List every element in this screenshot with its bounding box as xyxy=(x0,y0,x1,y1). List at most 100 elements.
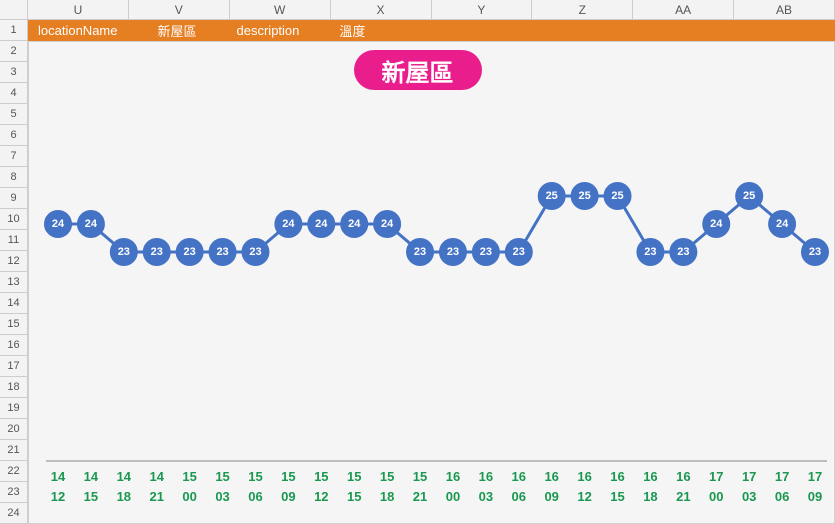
row-header-22[interactable]: 22 xyxy=(0,461,28,482)
svg-text:14: 14 xyxy=(51,469,66,484)
row-header-20[interactable]: 20 xyxy=(0,419,28,440)
col-header-AA[interactable]: AA xyxy=(633,0,734,20)
svg-text:16: 16 xyxy=(676,469,690,484)
row-header-8[interactable]: 8 xyxy=(0,167,28,188)
header-val-2: 溫度 xyxy=(339,21,365,40)
svg-text:03: 03 xyxy=(215,489,229,504)
svg-text:15: 15 xyxy=(215,469,229,484)
svg-text:03: 03 xyxy=(479,489,493,504)
svg-text:15: 15 xyxy=(84,489,98,504)
row-header-11[interactable]: 11 xyxy=(0,230,28,251)
svg-text:17: 17 xyxy=(742,469,756,484)
line-chart[interactable]: 24 24 23 23 23 23 23 24 24 24 24 23 23 23 23 25 25 25 23 23… xyxy=(28,41,835,524)
svg-text:24: 24 xyxy=(348,218,361,230)
svg-text:15: 15 xyxy=(610,489,624,504)
svg-text:23: 23 xyxy=(447,246,459,258)
svg-text:23: 23 xyxy=(151,246,163,258)
svg-text:23: 23 xyxy=(184,246,196,258)
svg-text:21: 21 xyxy=(150,489,164,504)
col-header-Y[interactable]: Y xyxy=(432,0,533,20)
row-header-16[interactable]: 16 xyxy=(0,335,28,356)
svg-text:16: 16 xyxy=(643,469,657,484)
svg-text:24: 24 xyxy=(315,218,328,230)
row-header-21[interactable]: 21 xyxy=(0,440,28,461)
row-header-7[interactable]: 7 xyxy=(0,146,28,167)
svg-text:12: 12 xyxy=(577,489,591,504)
svg-text:21: 21 xyxy=(413,489,427,504)
svg-text:24: 24 xyxy=(85,218,98,230)
col-header-W[interactable]: W xyxy=(230,0,331,20)
svg-text:06: 06 xyxy=(248,489,262,504)
svg-text:03: 03 xyxy=(742,489,756,504)
row-header-6[interactable]: 6 xyxy=(0,125,28,146)
svg-text:23: 23 xyxy=(414,246,426,258)
svg-text:25: 25 xyxy=(546,190,558,202)
col-header-X[interactable]: X xyxy=(331,0,432,20)
row-header-24[interactable]: 24 xyxy=(0,503,28,524)
svg-text:16: 16 xyxy=(577,469,591,484)
svg-text:09: 09 xyxy=(281,489,295,504)
row-header-3[interactable]: 3 xyxy=(0,62,28,83)
svg-text:24: 24 xyxy=(282,218,295,230)
svg-text:24: 24 xyxy=(776,218,789,230)
svg-text:24: 24 xyxy=(381,218,394,230)
svg-text:15: 15 xyxy=(347,469,361,484)
svg-text:14: 14 xyxy=(117,469,132,484)
row-header-5[interactable]: 5 xyxy=(0,104,28,125)
svg-text:14: 14 xyxy=(84,469,99,484)
svg-text:25: 25 xyxy=(611,190,623,202)
row-headers: 123456789101112131415161718192021222324 xyxy=(0,20,28,524)
svg-text:23: 23 xyxy=(118,246,130,258)
svg-text:15: 15 xyxy=(314,469,328,484)
svg-text:23: 23 xyxy=(677,246,689,258)
row-header-12[interactable]: 12 xyxy=(0,251,28,272)
row-header-13[interactable]: 13 xyxy=(0,272,28,293)
svg-text:06: 06 xyxy=(512,489,526,504)
svg-text:09: 09 xyxy=(544,489,558,504)
row-header-14[interactable]: 14 xyxy=(0,293,28,314)
col-header-Z[interactable]: Z xyxy=(532,0,633,20)
svg-text:16: 16 xyxy=(446,469,460,484)
header-row: locationName 新屋區 description 溫度 xyxy=(28,20,835,41)
svg-text:21: 21 xyxy=(676,489,690,504)
row-header-23[interactable]: 23 xyxy=(0,482,28,503)
svg-text:23: 23 xyxy=(480,246,492,258)
spreadsheet-area: UVWXYZAAAB 12345678910111213141516171819… xyxy=(0,0,835,524)
svg-text:09: 09 xyxy=(808,489,822,504)
svg-text:15: 15 xyxy=(248,469,262,484)
svg-text:25: 25 xyxy=(578,190,590,202)
row-header-19[interactable]: 19 xyxy=(0,398,28,419)
col-header-AB[interactable]: AB xyxy=(734,0,835,20)
svg-text:18: 18 xyxy=(380,489,394,504)
svg-text:06: 06 xyxy=(775,489,789,504)
svg-text:25: 25 xyxy=(743,190,755,202)
row-header-10[interactable]: 10 xyxy=(0,209,28,230)
svg-text:15: 15 xyxy=(182,469,196,484)
svg-text:18: 18 xyxy=(643,489,657,504)
svg-text:23: 23 xyxy=(644,246,656,258)
svg-text:17: 17 xyxy=(709,469,723,484)
row-header-1[interactable]: 1 xyxy=(0,20,28,41)
column-headers: UVWXYZAAAB xyxy=(28,0,835,20)
row-header-2[interactable]: 2 xyxy=(0,41,28,62)
svg-text:16: 16 xyxy=(512,469,526,484)
svg-text:18: 18 xyxy=(117,489,131,504)
row-header-4[interactable]: 4 xyxy=(0,83,28,104)
svg-text:15: 15 xyxy=(281,469,295,484)
svg-text:23: 23 xyxy=(513,246,525,258)
row-header-15[interactable]: 15 xyxy=(0,314,28,335)
svg-text:15: 15 xyxy=(413,469,427,484)
svg-text:23: 23 xyxy=(249,246,261,258)
svg-text:24: 24 xyxy=(52,218,65,230)
col-header-U[interactable]: U xyxy=(28,0,129,20)
row-header-18[interactable]: 18 xyxy=(0,377,28,398)
col-header-V[interactable]: V xyxy=(129,0,230,20)
svg-text:23: 23 xyxy=(809,246,821,258)
select-all-corner[interactable] xyxy=(0,0,28,20)
svg-text:23: 23 xyxy=(216,246,228,258)
svg-text:15: 15 xyxy=(347,489,361,504)
svg-text:12: 12 xyxy=(314,489,328,504)
row-header-9[interactable]: 9 xyxy=(0,188,28,209)
svg-text:15: 15 xyxy=(380,469,394,484)
row-header-17[interactable]: 17 xyxy=(0,356,28,377)
